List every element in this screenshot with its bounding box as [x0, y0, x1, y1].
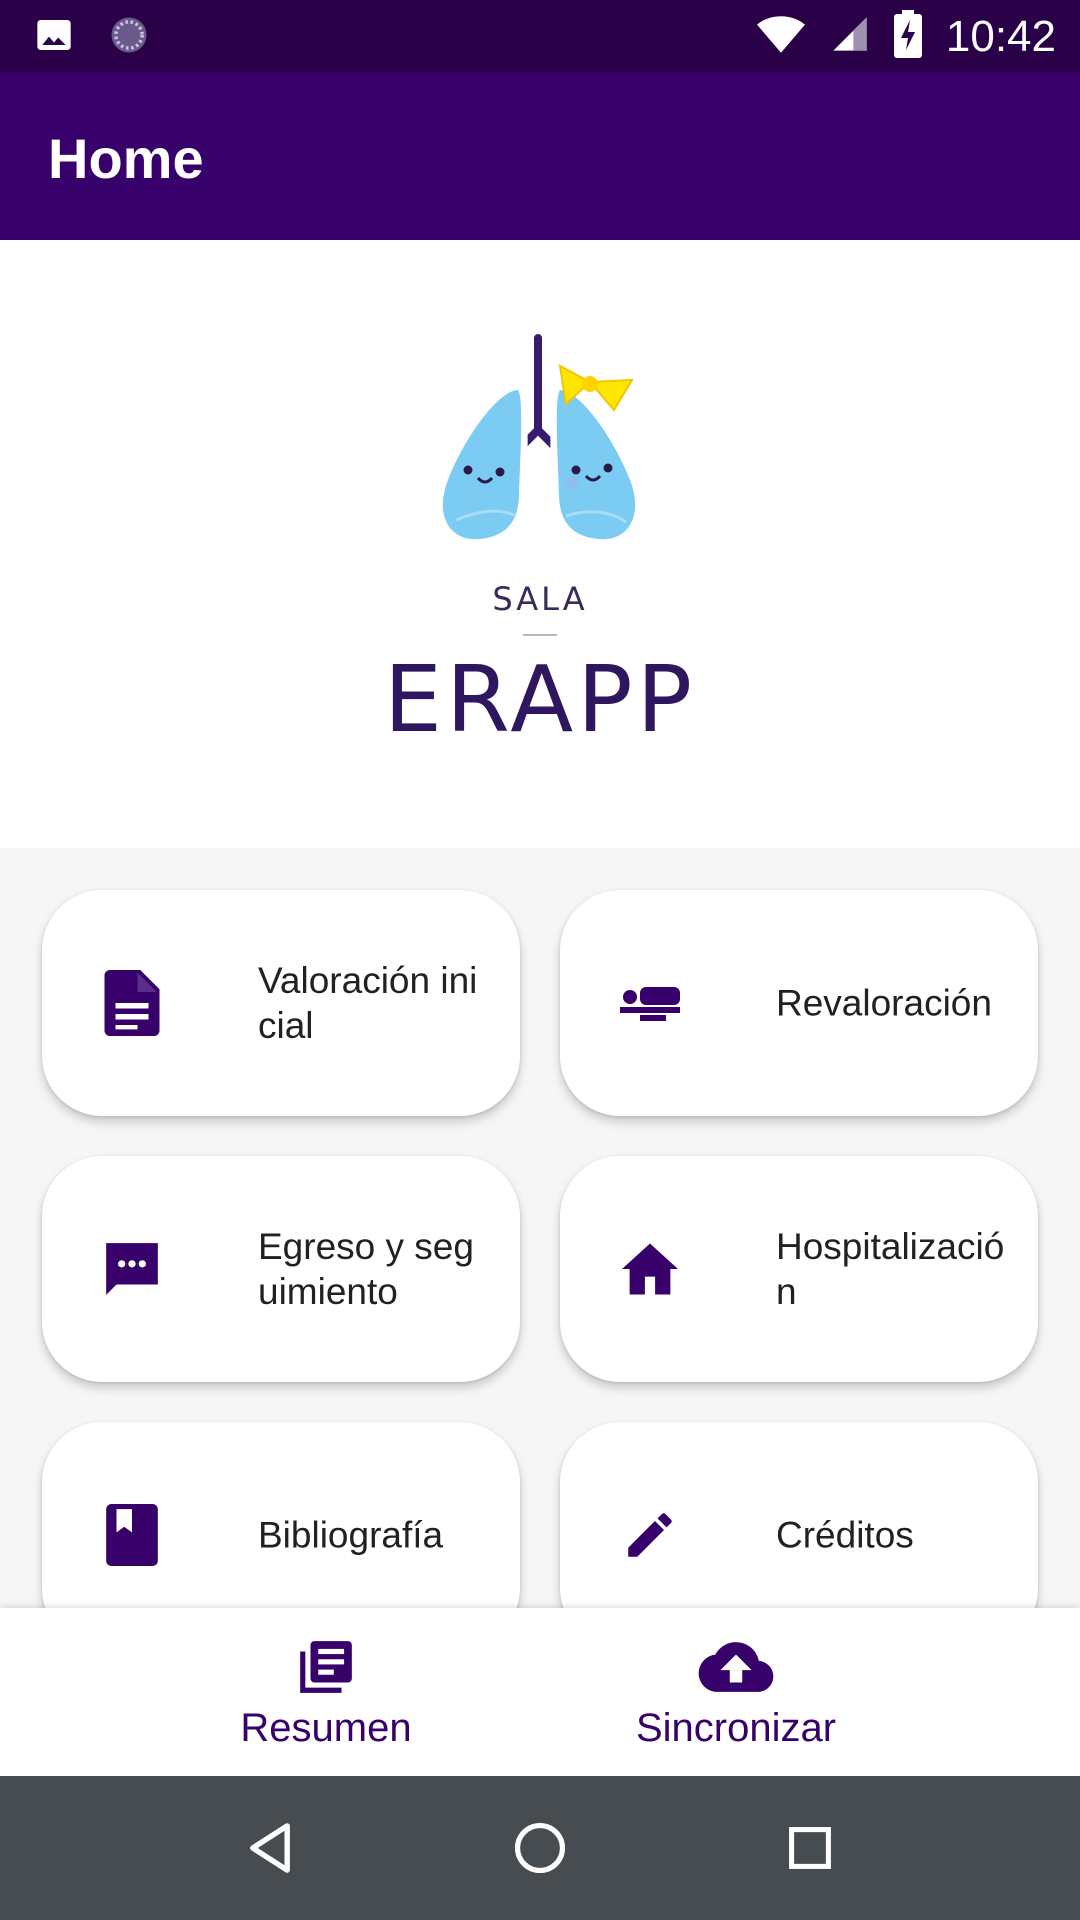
logo-divider [523, 634, 557, 636]
back-icon[interactable] [238, 1816, 302, 1880]
app-bar: Home [0, 72, 1080, 240]
menu-card-label: Valoración inicial [258, 960, 478, 1046]
menu-card-label: Bibliografía [258, 1514, 444, 1556]
nav-resumen-button[interactable]: Resumen [176, 1608, 476, 1776]
nav-label: Sincronizar [635, 1706, 837, 1750]
cloud-upload-icon [698, 1634, 774, 1700]
menu-card-creditos[interactable]: Créditos [560, 1422, 1038, 1608]
message-icon [94, 1231, 170, 1307]
sync-spinner-icon [108, 14, 150, 61]
menu-card-hospitalizacion[interactable]: Hospitalización [560, 1156, 1038, 1382]
book-icon [94, 1497, 170, 1573]
menu-card-label: Egreso y seguimiento [258, 1226, 474, 1312]
battery-charging-icon [893, 10, 922, 63]
menu-card-revaloracion[interactable]: Revaloración [560, 890, 1038, 1116]
status-time: 10:42 [945, 11, 1056, 61]
cell-signal-icon [830, 14, 870, 59]
menu-card-label: Créditos [776, 1514, 914, 1556]
menu-card-egreso-seguimiento[interactable]: Egreso y seguimiento [42, 1156, 520, 1382]
bottom-navigation: Resumen Sincronizar [0, 1608, 1080, 1776]
menu-grid: Valoración inicial Revaloración Egreso y… [0, 848, 1080, 1608]
logo-main-text: ERAPP [383, 646, 697, 753]
page-title: Home [48, 127, 204, 190]
nav-sincronizar-button[interactable]: Sincronizar [586, 1608, 886, 1776]
hero-logo-area: SALA ERAPP [0, 240, 1080, 848]
bed-icon [612, 965, 688, 1041]
status-bar: 10:42 [0, 0, 1080, 72]
wifi-icon [756, 13, 806, 60]
menu-card-label: Hospitalización [776, 1226, 1005, 1312]
recents-icon[interactable] [778, 1816, 842, 1880]
lungs-mascot-icon [400, 329, 680, 575]
pencil-icon [612, 1497, 688, 1573]
document-icon [94, 965, 170, 1041]
nav-label: Resumen [240, 1706, 412, 1750]
image-icon [34, 15, 74, 60]
home-icon [612, 1231, 688, 1307]
menu-card-valoracion-inicial[interactable]: Valoración inicial [42, 890, 520, 1116]
home-circle-icon[interactable] [508, 1816, 572, 1880]
menu-card-bibliografia[interactable]: Bibliografía [42, 1422, 520, 1608]
logo-top-text: SALA [492, 580, 588, 618]
menu-card-label: Revaloración [776, 982, 992, 1024]
library-books-icon [295, 1634, 357, 1700]
system-navigation-bar [0, 1776, 1080, 1920]
